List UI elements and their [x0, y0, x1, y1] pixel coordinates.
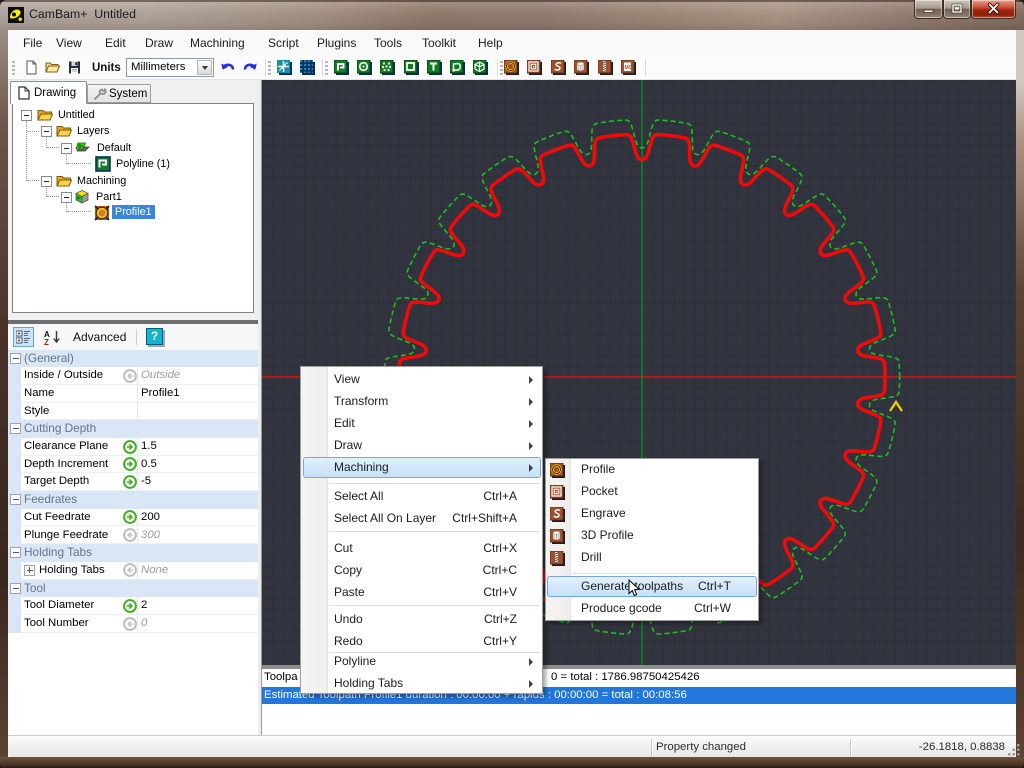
svg-text:Z: Z [44, 338, 49, 345]
svg-text:MC: MC [625, 65, 633, 71]
